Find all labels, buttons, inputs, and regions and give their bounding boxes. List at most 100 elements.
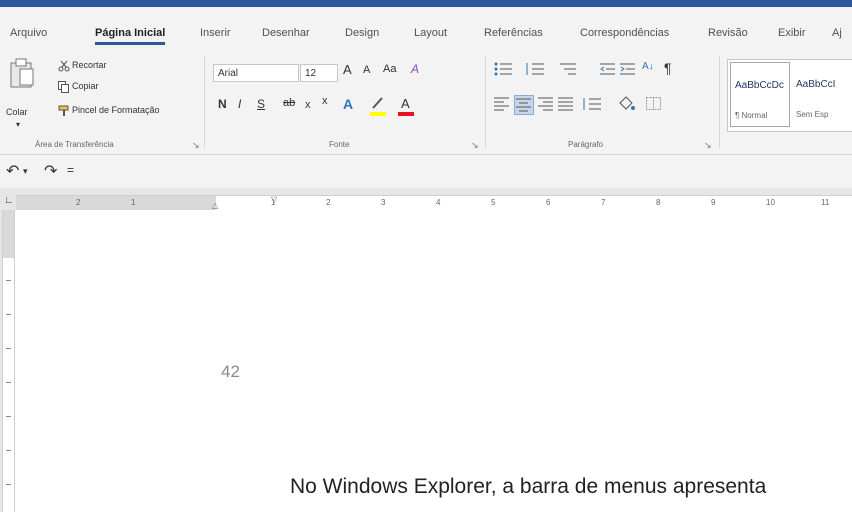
first-line-indent-marker[interactable]: ▽: [271, 195, 277, 204]
clipboard-icon: [10, 58, 34, 88]
align-right-button[interactable]: [538, 97, 556, 113]
ruler-number: 6: [546, 198, 551, 207]
copy-button[interactable]: Copiar: [58, 81, 148, 95]
change-case-button[interactable]: Aa: [383, 63, 396, 75]
font-name-combo[interactable]: Arial: [213, 64, 299, 82]
decrease-indent-icon: [600, 63, 615, 75]
tab-correspondencias[interactable]: Correspondências: [580, 27, 669, 39]
paste-label: Colar: [6, 107, 28, 117]
tab-desenhar[interactable]: Desenhar: [262, 27, 310, 39]
redo-button[interactable]: ↷: [44, 161, 57, 181]
tab-selector-icon[interactable]: ∟: [4, 195, 14, 206]
ruler-tick: [6, 348, 11, 349]
italic-button[interactable]: I: [238, 97, 241, 111]
copy-label: Copiar: [72, 81, 99, 91]
ruler-number: 9: [711, 198, 716, 207]
numbering-button[interactable]: [526, 62, 548, 78]
tab-design[interactable]: Design: [345, 27, 379, 39]
shading-button[interactable]: [617, 96, 639, 114]
group-divider: [204, 56, 205, 148]
group-label-font: Fonte: [329, 140, 350, 149]
show-formatting-button[interactable]: ¶: [664, 60, 672, 76]
cut-button[interactable]: Recortar: [58, 60, 148, 74]
ruler-number: 2: [76, 198, 81, 207]
underline-button[interactable]: S: [257, 97, 265, 111]
vertical-ruler[interactable]: [2, 210, 15, 512]
text-effects-button[interactable]: A: [343, 96, 353, 112]
sort-button[interactable]: A↓: [642, 61, 654, 72]
dialog-launcher-icon[interactable]: ↘: [704, 140, 712, 151]
hanging-indent-marker[interactable]: △: [212, 201, 218, 210]
ruler-number: 2: [326, 198, 331, 207]
ribbon-tabs: Arquivo Página Inicial Inserir Desenhar …: [0, 7, 852, 49]
decrease-indent-button[interactable]: [600, 62, 616, 78]
tab-layout[interactable]: Layout: [414, 27, 447, 39]
tab-referencias[interactable]: Referências: [484, 27, 543, 39]
ruler-tick: [6, 416, 11, 417]
title-bar-accent: [0, 0, 852, 7]
clear-formatting-button[interactable]: A: [411, 62, 419, 76]
subscript-button[interactable]: x: [305, 99, 311, 111]
copy-icon: [58, 81, 69, 93]
align-left-icon: [494, 97, 509, 111]
horizontal-ruler[interactable]: 2 1 1 2 3 4 5 6 7 8 9 10 11 ▽ △: [16, 195, 852, 211]
borders-button[interactable]: [646, 97, 668, 113]
borders-icon: [646, 97, 661, 110]
numbered-list-icon: [526, 63, 544, 75]
style-name: Sem Esp: [796, 110, 829, 119]
document-page[interactable]: 42 No Windows Explorer, a barra de menus…: [15, 210, 852, 512]
undo-dropdown-icon[interactable]: ▾: [23, 166, 28, 177]
line-spacing-icon: [583, 98, 601, 110]
font-size-value: 12: [305, 68, 317, 79]
style-normal[interactable]: AaBbCcDc ¶ Normal: [730, 62, 790, 127]
grow-font-button[interactable]: A: [343, 62, 352, 77]
align-center-button[interactable]: [514, 95, 534, 115]
ruler-left-margin: [16, 196, 216, 210]
multilevel-list-button[interactable]: [558, 62, 580, 78]
superscript-button[interactable]: x: [322, 95, 328, 107]
styles-gallery: AaBbCcDc ¶ Normal AaBbCcI Sem Esp: [727, 59, 852, 132]
justify-button[interactable]: [558, 97, 576, 113]
tab-arquivo[interactable]: Arquivo: [10, 27, 47, 39]
font-color-button[interactable]: A: [398, 96, 418, 118]
style-sem-espacamento[interactable]: AaBbCcI Sem Esp: [792, 62, 852, 127]
ruler-tick: [6, 484, 11, 485]
dialog-launcher-icon[interactable]: ↘: [471, 140, 479, 151]
ruler-tick: [6, 450, 11, 451]
font-size-combo[interactable]: 12: [300, 64, 338, 82]
tab-revisao[interactable]: Revisão: [708, 27, 748, 39]
bullets-button[interactable]: [494, 62, 516, 78]
ruler-tick: [6, 314, 11, 315]
customize-qat-button[interactable]: =: [67, 163, 74, 177]
chevron-down-icon[interactable]: ▾: [16, 120, 20, 129]
ruler-number: 1: [131, 198, 136, 207]
tab-exibir[interactable]: Exibir: [778, 27, 806, 39]
paste-button[interactable]: Colar ▾: [6, 57, 36, 129]
format-painter-button[interactable]: Pincel de Formatação: [58, 105, 188, 119]
page-number: 42: [221, 362, 240, 381]
dialog-launcher-icon[interactable]: ↘: [192, 140, 200, 151]
ruler-number: 10: [766, 198, 775, 207]
align-center-icon: [516, 98, 531, 112]
shrink-font-button[interactable]: A: [363, 64, 370, 76]
style-preview: AaBbCcDc: [735, 80, 784, 91]
group-label-clipboard: Área de Transferência: [35, 140, 114, 149]
font-color-glyph: A: [401, 96, 410, 111]
body-text[interactable]: No Windows Explorer, a barra de menus ap…: [290, 475, 766, 499]
tab-inserir[interactable]: Inserir: [200, 27, 231, 39]
highlighter-icon: [372, 97, 383, 109]
tab-ajuda[interactable]: Aj: [832, 27, 842, 39]
tab-pagina-inicial[interactable]: Página Inicial: [95, 27, 166, 45]
highlight-button[interactable]: [370, 96, 390, 118]
bullet-list-icon: [494, 62, 512, 76]
bold-button[interactable]: N: [218, 97, 227, 111]
strikethrough-button[interactable]: ab: [283, 97, 295, 109]
align-left-button[interactable]: [494, 97, 512, 113]
font-color-bar: [398, 112, 414, 116]
increase-indent-button[interactable]: [620, 62, 636, 78]
undo-button[interactable]: ↶: [6, 161, 19, 181]
cut-label: Recortar: [72, 60, 107, 70]
line-spacing-button[interactable]: [582, 97, 604, 113]
scissors-icon: [58, 60, 70, 72]
group-divider: [719, 56, 720, 148]
